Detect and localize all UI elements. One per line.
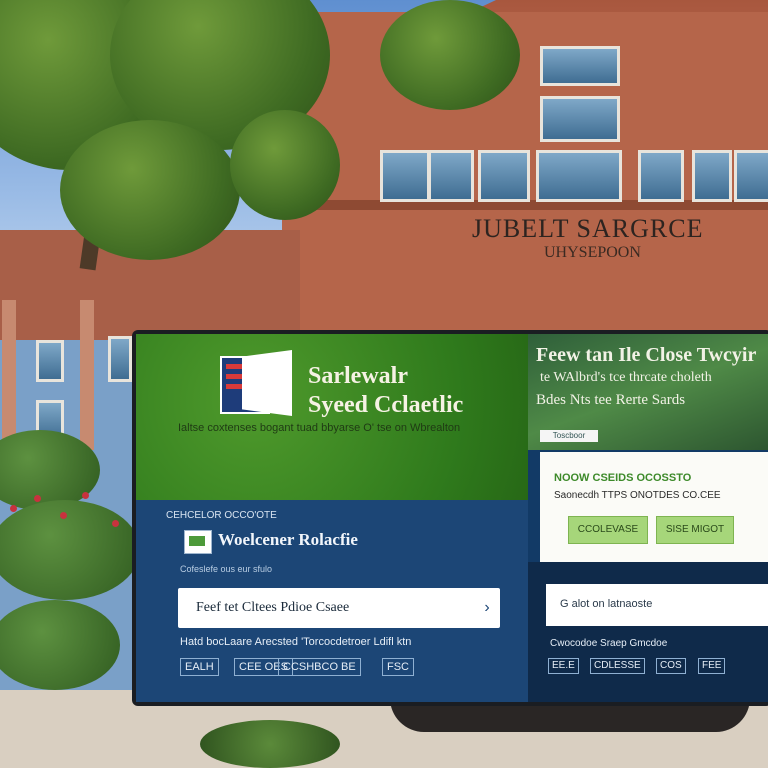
- card-title: NOOW CSEIDS OCOSSTO: [554, 472, 692, 484]
- welcome-caption: Cofeslefe ous eur sfulo: [180, 564, 273, 574]
- hero-panel: Sarlewalr Syeed Cclaetlic Ialtse coxtens…: [136, 334, 528, 500]
- garden-bush: [0, 500, 140, 600]
- chevron-right-icon[interactable]: ›: [474, 599, 500, 617]
- tree-canopy: [380, 0, 520, 110]
- tree-canopy: [230, 110, 340, 220]
- secondary-tag[interactable]: COS: [656, 658, 686, 674]
- notice-card: NOOW CSEIDS OCOSSTO Saonecdh TTPS ONOTDE…: [540, 452, 768, 562]
- building-window: [428, 150, 474, 202]
- brand-name-line1: Sarlewalr: [308, 363, 408, 389]
- brand-name: Sarlewalr Syeed Cclaetlic: [308, 362, 463, 420]
- feature-chip[interactable]: Toscboor: [540, 430, 598, 442]
- porch-window: [36, 340, 64, 382]
- welcome-panel: CEHCELOR OCCO'OTE Woelcener Rolacfie Cof…: [136, 500, 528, 702]
- feature-banner: Feew tan Ile Close Twcyir te WAlbrd's tc…: [528, 334, 768, 450]
- building-window: [638, 150, 684, 202]
- search-input[interactable]: [194, 599, 474, 617]
- garden-bush: [0, 600, 120, 690]
- tree-canopy: [60, 120, 240, 260]
- info-tag[interactable]: CCSHBCO BE: [278, 658, 361, 676]
- building-window: [478, 150, 530, 202]
- building-window: [536, 150, 622, 202]
- card-subtitle: Saonecdh TTPS ONOTDES CO.CEE: [554, 490, 721, 501]
- info-tag[interactable]: EALH: [180, 658, 219, 676]
- building-window: [540, 96, 620, 142]
- building-sign-subtitle: UHYSEPOON: [544, 244, 641, 261]
- porch-window: [108, 336, 132, 382]
- brand-tagline: Ialtse coxtenses bogant tuad bbyarse O' …: [178, 422, 461, 434]
- feature-line: te WAlbrd's tce thrcate choleth: [540, 370, 712, 385]
- secondary-search-field[interactable]: G alot on latnaoste: [546, 584, 768, 626]
- card-secondary-button[interactable]: SISE MIGOT: [656, 516, 734, 544]
- flower: [112, 520, 119, 527]
- welcome-heading: Woelcener Rolacfie: [218, 530, 358, 549]
- flower: [82, 492, 89, 499]
- document-icon: [184, 530, 212, 554]
- flower-planter: [200, 720, 340, 768]
- flower: [10, 505, 17, 512]
- building-window: [692, 150, 732, 202]
- secondary-info-line: Cwocodoe Sraep Gmcdoe: [550, 638, 668, 649]
- brand-name-line2: Syeed Cclaetlic: [308, 392, 464, 418]
- feature-line: Bdes Nts tee Rerte Sards: [536, 392, 686, 408]
- card-primary-button[interactable]: CCOLEVASE: [568, 516, 648, 544]
- brand-logo-icon: [220, 350, 294, 416]
- monitor-screen: Sarlewalr Syeed Cclaetlic Ialtse coxtens…: [136, 334, 768, 702]
- building-window: [734, 150, 768, 202]
- flower: [60, 512, 67, 519]
- section-title: CEHCELOR OCCO'OTE: [166, 510, 277, 521]
- building-window: [380, 150, 430, 202]
- building-sign: JUBELT SARGRCE: [472, 214, 704, 243]
- feature-headline: Feew tan Ile Close Twcyir: [536, 344, 757, 366]
- porch-pillar: [80, 300, 94, 450]
- search-bar[interactable]: ›: [178, 588, 500, 628]
- porch-pillar: [2, 300, 16, 450]
- info-line: Hatd bocLaare Arecsted 'Torcocdetroer Ld…: [180, 636, 412, 648]
- flower: [34, 495, 41, 502]
- building-window: [540, 46, 620, 86]
- secondary-tag[interactable]: FEE: [698, 658, 726, 674]
- secondary-tag[interactable]: EE.E: [548, 658, 579, 674]
- secondary-search-text: G alot on latnaoste: [560, 598, 653, 610]
- info-tag[interactable]: FSC: [382, 658, 414, 676]
- secondary-tag[interactable]: CDLESSE: [590, 658, 645, 674]
- secondary-panel: G alot on latnaoste Cwocodoe Sraep Gmcdo…: [528, 562, 768, 702]
